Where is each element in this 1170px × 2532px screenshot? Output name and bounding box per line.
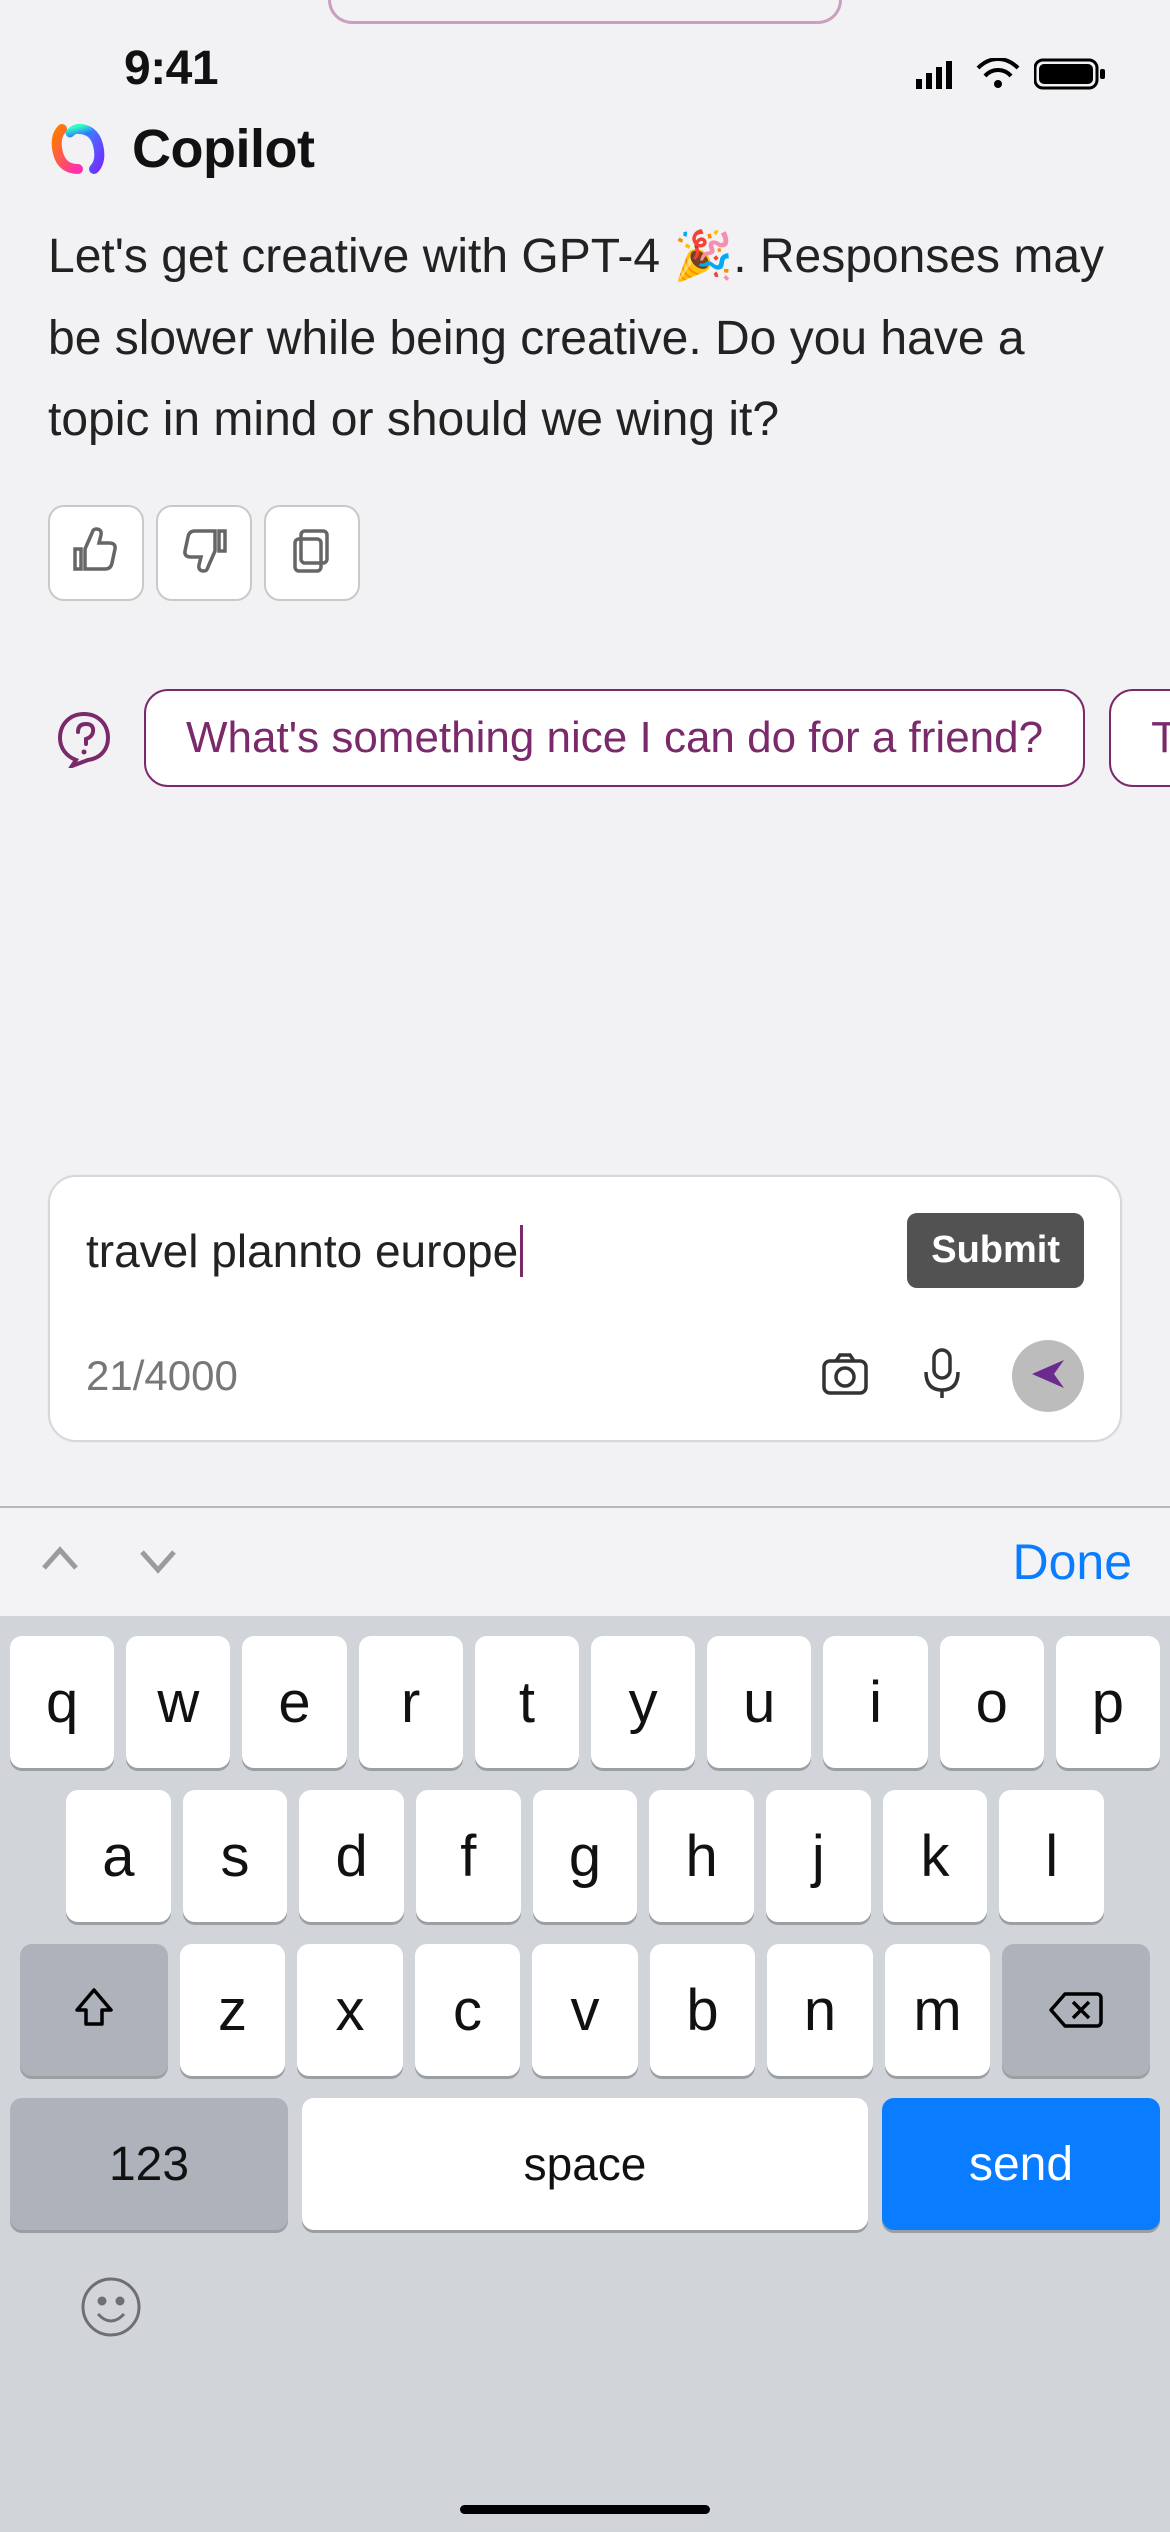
- party-emoji: 🎉: [673, 230, 733, 283]
- key-e[interactable]: e: [242, 1636, 346, 1768]
- cellular-icon: [916, 59, 962, 94]
- keyboard-toolbar: Done: [0, 1506, 1170, 1616]
- copy-icon: [287, 525, 337, 580]
- key-c[interactable]: c: [415, 1944, 521, 2076]
- copilot-logo-icon: [48, 119, 108, 179]
- thumbs-up-button[interactable]: [48, 505, 144, 601]
- help-icon[interactable]: [48, 702, 120, 774]
- mic-button[interactable]: [918, 1346, 966, 1407]
- key-u[interactable]: u: [707, 1636, 811, 1768]
- prev-field-button[interactable]: [38, 1538, 82, 1587]
- battery-icon: [1034, 57, 1108, 96]
- copy-button[interactable]: [264, 505, 360, 601]
- done-button[interactable]: Done: [1012, 1533, 1132, 1591]
- assistant-message: Let's get creative with GPT-4 🎉. Respons…: [0, 192, 1170, 461]
- compose-input[interactable]: travel plannto europe: [86, 1224, 907, 1278]
- compose-box: travel plannto europe Submit 21/4000: [48, 1175, 1122, 1442]
- home-indicator[interactable]: [460, 2505, 710, 2514]
- submit-button[interactable]: Submit: [907, 1213, 1084, 1288]
- key-a[interactable]: a: [66, 1790, 171, 1922]
- backspace-icon: [1049, 1977, 1103, 2044]
- key-q[interactable]: q: [10, 1636, 114, 1768]
- message-text-pre: Let's get creative with GPT-4: [48, 230, 673, 283]
- key-l[interactable]: l: [999, 1790, 1104, 1922]
- key-row-4: 123 space send: [10, 2098, 1160, 2230]
- backspace-key[interactable]: [1002, 1944, 1150, 2076]
- suggestion-chip-1[interactable]: What's something nice I can do for a fri…: [144, 689, 1085, 787]
- dynamic-island-outline: [328, 0, 842, 24]
- key-row-3: z x c v b n m: [10, 1944, 1160, 2076]
- key-y[interactable]: y: [591, 1636, 695, 1768]
- key-t[interactable]: t: [475, 1636, 579, 1768]
- send-button[interactable]: [1012, 1340, 1084, 1412]
- status-time: 9:41: [62, 41, 218, 96]
- key-r[interactable]: r: [359, 1636, 463, 1768]
- suggestion-chip-2[interactable]: Te: [1109, 689, 1170, 787]
- key-b[interactable]: b: [650, 1944, 756, 2076]
- key-h[interactable]: h: [649, 1790, 754, 1922]
- text-cursor: [520, 1225, 523, 1277]
- thumbs-down-icon: [179, 525, 229, 580]
- numbers-key[interactable]: 123: [10, 2098, 288, 2230]
- char-counter: 21/4000: [86, 1352, 238, 1400]
- thumbs-up-icon: [71, 525, 121, 580]
- key-m[interactable]: m: [885, 1944, 991, 2076]
- keyboard: q w e r t y u i o p a s d f g h j k l z: [0, 1616, 1170, 2532]
- key-row-2: a s d f g h j k l: [10, 1790, 1160, 1922]
- key-row-1: q w e r t y u i o p: [10, 1636, 1160, 1768]
- send-icon: [1028, 1354, 1068, 1399]
- key-n[interactable]: n: [767, 1944, 873, 2076]
- thumbs-down-button[interactable]: [156, 505, 252, 601]
- key-d[interactable]: d: [299, 1790, 404, 1922]
- key-o[interactable]: o: [940, 1636, 1044, 1768]
- key-p[interactable]: p: [1056, 1636, 1160, 1768]
- next-field-button[interactable]: [136, 1538, 180, 1587]
- compose-text: travel plannto europe: [86, 1224, 518, 1278]
- app-title: Copilot: [132, 118, 314, 180]
- shift-icon: [71, 1977, 117, 2044]
- space-key[interactable]: space: [302, 2098, 868, 2230]
- key-x[interactable]: x: [297, 1944, 403, 2076]
- key-j[interactable]: j: [766, 1790, 871, 1922]
- key-z[interactable]: z: [180, 1944, 286, 2076]
- feedback-row: [0, 461, 1170, 601]
- suggestions-row: What's something nice I can do for a fri…: [0, 601, 1170, 787]
- key-w[interactable]: w: [126, 1636, 230, 1768]
- keyboard-send-key[interactable]: send: [882, 2098, 1160, 2230]
- camera-button[interactable]: [818, 1347, 872, 1406]
- app-header: Copilot: [0, 100, 1170, 192]
- shift-key[interactable]: [20, 1944, 168, 2076]
- emoji-key[interactable]: [78, 2274, 144, 2345]
- key-v[interactable]: v: [532, 1944, 638, 2076]
- key-f[interactable]: f: [416, 1790, 521, 1922]
- status-icons: [916, 57, 1108, 96]
- key-g[interactable]: g: [533, 1790, 638, 1922]
- wifi-icon: [976, 58, 1020, 95]
- key-k[interactable]: k: [883, 1790, 988, 1922]
- key-i[interactable]: i: [823, 1636, 927, 1768]
- key-s[interactable]: s: [183, 1790, 288, 1922]
